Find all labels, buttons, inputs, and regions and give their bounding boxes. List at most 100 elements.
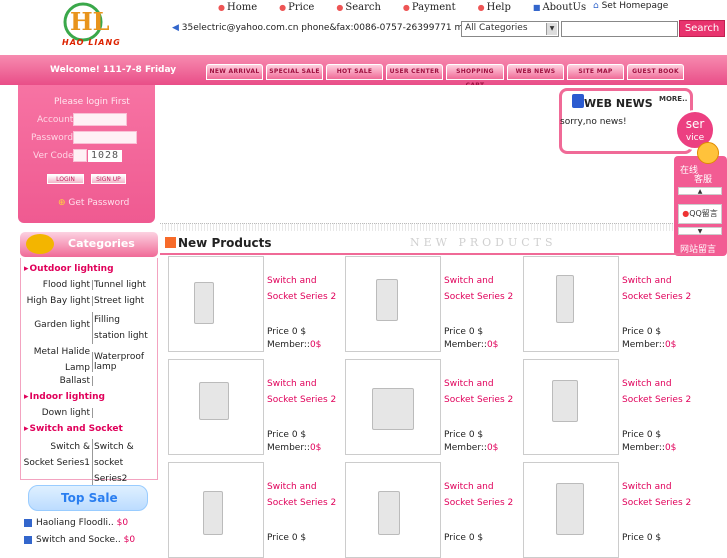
top-sale-name: Haoliang Floodli.. <box>36 518 114 528</box>
nav-help[interactable]: ● Help <box>478 2 511 13</box>
tab-web-news[interactable]: WEB NEWS <box>507 64 564 80</box>
member-value: 0$ <box>664 443 677 453</box>
search-input[interactable] <box>561 21 678 37</box>
cat-switch[interactable]: Switch and Socket <box>24 424 123 434</box>
divider <box>160 223 705 231</box>
login-button[interactable]: LOGIN <box>47 174 84 184</box>
logo-subtitle: HAO LIANG <box>62 38 121 47</box>
member-label: Member:: <box>622 443 665 453</box>
price-text: Price 0 $ <box>622 533 662 543</box>
cat-item[interactable]: Ballast <box>21 376 90 386</box>
cat-item[interactable]: Filling station light <box>92 312 152 344</box>
member-label: Member:: <box>267 340 310 350</box>
bullet-icon: ● <box>336 3 344 12</box>
cat-indoor[interactable]: Indoor lighting <box>24 392 105 402</box>
nav-home-label: Home <box>226 2 258 13</box>
cat-item[interactable]: Switch & socket Series2 <box>92 439 157 487</box>
cat-item[interactable]: High Bay light <box>21 296 90 306</box>
product-image[interactable] <box>523 359 619 455</box>
tab-user-center[interactable]: USER CENTER <box>386 64 443 80</box>
password-field[interactable] <box>73 131 137 144</box>
cat-item[interactable]: Flood light <box>21 280 90 290</box>
get-password-link[interactable]: ⊕ Get Password <box>58 198 129 208</box>
product-image[interactable] <box>168 359 264 455</box>
product-image[interactable] <box>523 256 619 352</box>
nav-price[interactable]: ● Price <box>279 2 314 13</box>
account-field[interactable] <box>73 113 127 126</box>
vercode-label: Ver Code <box>33 151 74 161</box>
set-homepage-link[interactable]: ⌂ Set Homepage <box>593 1 668 11</box>
product-name[interactable]: Switch and Socket Series 2 <box>444 376 519 408</box>
product-image[interactable] <box>168 462 264 558</box>
news-more-link[interactable]: MORE.. <box>659 95 687 103</box>
contact-info: ◀ 35electric@yahoo.com.cn phone&fax:0086… <box>172 23 488 33</box>
scroll-up-button[interactable]: ▲ <box>678 187 722 195</box>
price-text: Price 0 $ <box>622 430 662 440</box>
nav-payment[interactable]: ● Payment <box>403 2 456 13</box>
search-button[interactable]: Search <box>679 20 725 37</box>
cat-item[interactable]: Metal Halide Lamp <box>21 344 90 376</box>
signup-button[interactable]: SIGN UP <box>91 174 126 184</box>
product-image[interactable] <box>345 256 441 352</box>
product-image[interactable] <box>345 462 441 558</box>
member-label: Member:: <box>267 443 310 453</box>
product-name[interactable]: Switch and Socket Series 2 <box>622 273 697 305</box>
member-value: 0$ <box>664 340 677 350</box>
product-name-line2: Socket Series 2 <box>444 292 514 302</box>
tab-hot-sale[interactable]: HOT SALE <box>326 64 383 80</box>
tab-site-map[interactable]: SITE MAP <box>567 64 624 80</box>
folder-icon <box>26 234 54 254</box>
product-image[interactable] <box>523 462 619 558</box>
qq-message-button[interactable]: ●QQ留言 <box>678 204 722 224</box>
product-price: Price 0 $ Member::0$ <box>444 326 498 352</box>
new-products-watermark: NEW PRODUCTS <box>410 236 557 249</box>
top-sale-item[interactable]: Switch and Socke.. $0 <box>24 535 135 545</box>
tab-guest-book[interactable]: GUEST BOOK <box>627 64 684 80</box>
product-name[interactable]: Switch and Socket Series 2 <box>267 376 342 408</box>
product-name[interactable]: Switch and Socket Series 2 <box>444 273 519 305</box>
book-icon: ■ <box>532 3 541 12</box>
category-select[interactable]: All Categories ▼ <box>461 21 559 37</box>
cat-divider <box>92 408 93 418</box>
product-name[interactable]: Switch and Socket Series 2 <box>267 479 342 511</box>
vercode-field[interactable] <box>73 149 87 162</box>
kefu-label: 客服 <box>694 175 713 185</box>
product-price: Price 0 $Member::0$ <box>622 429 676 455</box>
product-name[interactable]: Switch and Socket Series 2 <box>267 273 342 305</box>
plus-icon: ⊕ <box>58 198 66 208</box>
cat-item[interactable]: Waterproof lamp <box>92 352 157 372</box>
tab-special-sale[interactable]: SPECIAL SALE <box>266 64 323 80</box>
bullet-icon <box>24 518 32 527</box>
categories-list: Outdoor lighting Flood light Tunnel ligh… <box>20 258 158 487</box>
product-image[interactable] <box>345 359 441 455</box>
cat-item[interactable]: Switch & Socket Series1 <box>21 439 90 471</box>
member-price: Member::0$ <box>267 339 321 352</box>
tab-new-arrival[interactable]: NEW ARRIVAL <box>206 64 263 80</box>
member-value: 0$ <box>486 340 499 350</box>
logo-mark-icon: HL <box>63 2 110 42</box>
top-sale-item[interactable]: Haoliang Floodli.. $0 <box>24 518 128 528</box>
nav-search[interactable]: ● Search <box>336 2 381 13</box>
cat-item[interactable]: Garden light <box>21 320 90 330</box>
top-sale-price: $0 <box>123 535 136 545</box>
product-name[interactable]: Switch and Socket Series 2 <box>444 479 519 511</box>
product-name-line1: Switch and <box>267 482 317 492</box>
cat-item[interactable]: Tunnel light <box>92 280 146 290</box>
member-label: Member:: <box>444 340 487 350</box>
bullet-icon: ● <box>279 3 287 12</box>
nav-home[interactable]: ● Home <box>218 2 257 13</box>
product-name[interactable]: Switch and Socket Series 2 <box>622 479 697 511</box>
product-image[interactable] <box>168 256 264 352</box>
set-homepage-label: Set Homepage <box>601 1 669 11</box>
product-name-line2: Socket Series 2 <box>622 498 692 508</box>
product-name-line1: Switch and <box>444 379 494 389</box>
product-name[interactable]: Switch and Socket Series 2 <box>622 376 697 408</box>
socket-photo <box>199 382 229 420</box>
tab-shopping-cart[interactable]: SHOPPING CART <box>446 64 504 89</box>
cat-item[interactable]: Street light <box>92 296 144 306</box>
cat-outdoor[interactable]: Outdoor lighting <box>24 264 114 274</box>
nav-aboutus[interactable]: ■ AboutUs <box>533 2 586 13</box>
price-text: Price 0 $ <box>267 327 307 337</box>
cat-item[interactable]: Down light <box>21 408 90 418</box>
member-price: Member::0$ <box>267 442 321 455</box>
